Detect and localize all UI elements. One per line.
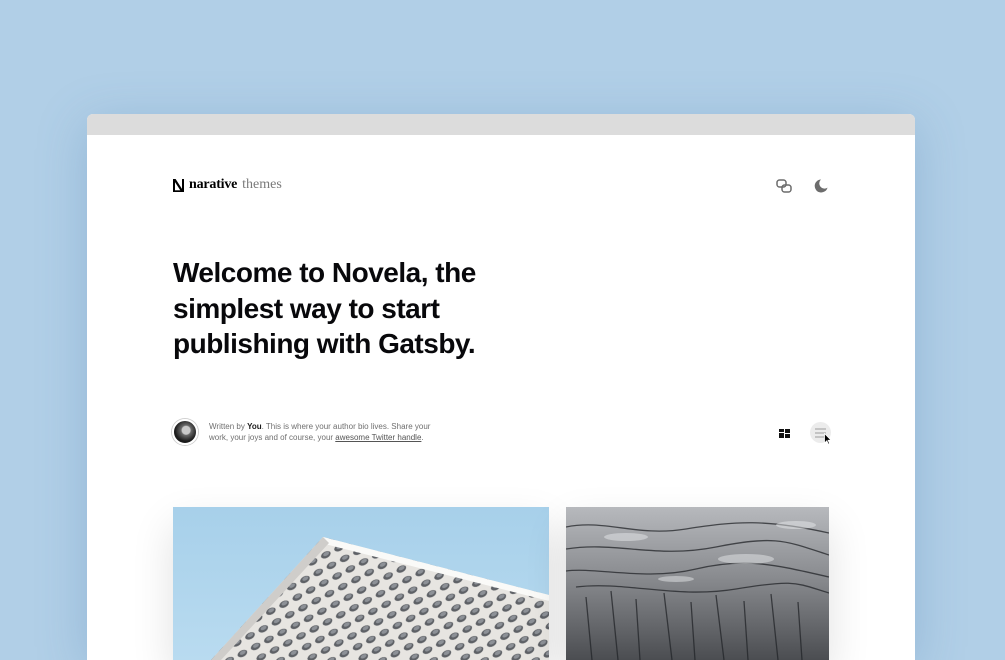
grid-layout-button[interactable] <box>778 427 790 439</box>
grid-layout-icon <box>778 428 790 438</box>
author-avatar[interactable] <box>172 419 198 445</box>
bio-suffix: . <box>421 433 424 442</box>
logo-wordmark: narative <box>189 177 238 192</box>
moon-icon <box>814 179 828 193</box>
article-card-image-building[interactable] <box>173 507 549 660</box>
mouse-cursor-icon <box>824 433 832 445</box>
building-facade-image <box>173 507 549 660</box>
dark-mode-toggle[interactable] <box>813 177 829 195</box>
article-card-image-terrain[interactable] <box>566 507 829 660</box>
site-logo[interactable]: narative themes <box>173 177 282 193</box>
bio-prefix: Written by <box>209 422 248 431</box>
browser-window: narative themes Welcome to Novela, the s… <box>87 114 915 660</box>
hero-heading: Welcome to Novela, the simplest way to s… <box>173 257 476 359</box>
copy-link-button[interactable] <box>775 178 793 194</box>
author-bio: Written by You. This is where your autho… <box>172 419 444 445</box>
twitter-handle-link[interactable]: awesome Twitter handle <box>335 433 421 442</box>
window-title-bar <box>87 114 915 135</box>
author-name: You <box>247 422 262 431</box>
logo-subtitle: themes <box>242 177 282 192</box>
narative-logo-icon <box>173 178 184 192</box>
copy-link-icon <box>776 179 792 193</box>
rocky-terrain-image <box>566 507 829 660</box>
author-bio-text: Written by You. This is where your autho… <box>209 421 444 443</box>
